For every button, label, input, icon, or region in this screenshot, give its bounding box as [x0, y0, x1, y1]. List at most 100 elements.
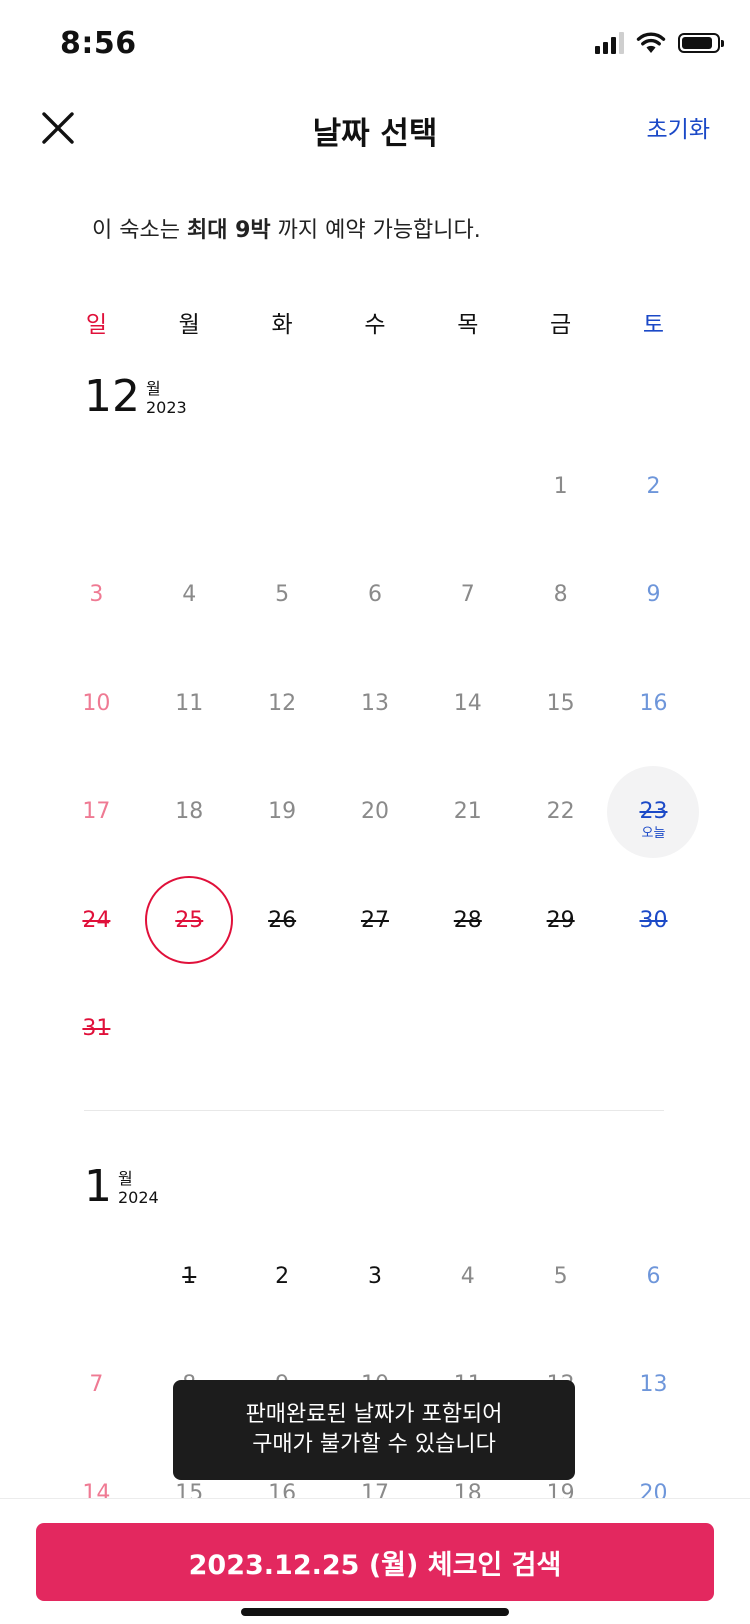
day-number: 20: [360, 799, 389, 825]
day-number: 17: [82, 799, 111, 825]
day-number: 1: [182, 1263, 197, 1289]
day-2023-12-25[interactable]: 25: [143, 866, 236, 975]
day-number: 16: [639, 690, 668, 716]
month-year: 2024: [118, 1188, 159, 1207]
empty-day-cell: [143, 432, 236, 541]
day-2023-12-4: 4: [143, 541, 236, 650]
month-unit: 월: [118, 1169, 133, 1188]
day-number: 3: [367, 1263, 382, 1289]
weekday-wed: 수: [364, 312, 386, 338]
day-2023-12-14: 14: [421, 649, 514, 758]
empty-day-cell: [421, 432, 514, 541]
day-2023-12-19: 19: [236, 758, 329, 867]
day-2023-12-26: 26: [236, 866, 329, 975]
header: 날짜 선택 초기화: [0, 90, 750, 170]
day-2023-12-3: 3: [50, 541, 143, 650]
checkin-search-button[interactable]: 2023.12.25 (월) 체크인 검색: [36, 1523, 714, 1601]
day-2023-12-23[interactable]: 23 오늘: [607, 758, 700, 867]
day-2023-12-8: 8: [514, 541, 607, 650]
today-label: 오늘: [641, 825, 666, 841]
day-2024-1-2[interactable]: 2: [236, 1222, 329, 1331]
day-number: 18: [175, 799, 204, 825]
day-2023-12-22: 22: [514, 758, 607, 867]
day-2023-12-2: 2: [607, 432, 700, 541]
day-number: 2: [275, 1263, 290, 1289]
day-number: 13: [360, 690, 389, 716]
day-number: 21: [453, 799, 482, 825]
day-2023-12-7: 7: [421, 541, 514, 650]
day-number: 22: [546, 799, 575, 825]
day-2023-12-11: 11: [143, 649, 236, 758]
day-2023-12-9: 9: [607, 541, 700, 650]
day-number: 13: [639, 1372, 668, 1398]
day-number: 14: [453, 690, 482, 716]
day-number: 6: [367, 582, 382, 608]
weekday-header: 일 월 화 수 목 금 토: [50, 305, 700, 339]
day-number: 10: [82, 690, 111, 716]
day-2023-12-6: 6: [329, 541, 422, 650]
empty-day-cell: [329, 432, 422, 541]
day-number: 2: [646, 473, 661, 499]
month-number: 1: [84, 1161, 112, 1212]
day-number: 23: [639, 799, 668, 825]
month-header-jan-2024: 1 월 2024: [84, 1165, 159, 1209]
day-number: 5: [275, 582, 290, 608]
month-divider: [84, 1110, 664, 1111]
weekday-sun: 일: [85, 312, 107, 338]
weekday-sat: 토: [642, 312, 665, 338]
day-number: 9: [646, 582, 661, 608]
day-2023-12-21: 21: [421, 758, 514, 867]
notice-text-before: 이 숙소는: [92, 218, 187, 243]
day-number: 5: [553, 1263, 568, 1289]
day-number: 12: [268, 690, 297, 716]
reset-button[interactable]: 초기화: [647, 110, 710, 144]
month-year: 2023: [146, 398, 187, 417]
empty-day-cell: [50, 1222, 143, 1331]
status-icons: [595, 32, 724, 54]
month-header-dec-2023: 12 월 2023: [84, 375, 187, 419]
day-number: 3: [89, 582, 104, 608]
day-2023-12-29: 29: [514, 866, 607, 975]
notice-text-bold: 최대 9박: [186, 218, 271, 243]
day-2024-1-5: 5: [514, 1222, 607, 1331]
day-number: 4: [182, 582, 197, 608]
weekday-fri: 금: [550, 312, 572, 338]
weekday-mon: 월: [178, 312, 200, 338]
day-number: 8: [553, 582, 568, 608]
status-bar: 8:56: [0, 0, 750, 90]
month-number: 12: [84, 371, 140, 422]
day-2023-12-30: 30: [607, 866, 700, 975]
day-2024-1-6: 6: [607, 1222, 700, 1331]
day-number: 24: [82, 907, 111, 933]
cellular-signal-icon: [595, 32, 624, 54]
day-number: 29: [546, 907, 575, 933]
day-2024-1-7: 7: [50, 1331, 143, 1440]
max-nights-notice: 이 숙소는 최대 9박 까지 예약 가능합니다.: [92, 212, 481, 244]
day-number: 4: [460, 1263, 475, 1289]
day-2023-12-24: 24: [50, 866, 143, 975]
day-2024-1-4: 4: [421, 1222, 514, 1331]
month-unit: 월: [146, 379, 161, 398]
day-number: 31: [82, 1016, 111, 1042]
day-2024-1-13: 13: [607, 1331, 700, 1440]
page-title: 날짜 선택: [312, 116, 438, 152]
day-2023-12-1: 1: [514, 432, 607, 541]
empty-day-cell: [236, 432, 329, 541]
toast-line-2: 구매가 불가할 수 있습니다: [252, 1432, 496, 1457]
notice-text-after: 까지 예약 가능합니다.: [270, 218, 481, 243]
day-2024-1-3[interactable]: 3: [329, 1222, 422, 1331]
day-number: 7: [89, 1372, 104, 1398]
day-2023-12-5: 5: [236, 541, 329, 650]
day-number: 7: [460, 582, 475, 608]
day-2023-12-31: 31: [50, 975, 143, 1084]
day-number: 11: [175, 690, 204, 716]
status-time: 8:56: [60, 26, 137, 61]
day-2023-12-20: 20: [329, 758, 422, 867]
day-2023-12-10: 10: [50, 649, 143, 758]
day-number: 19: [268, 799, 297, 825]
day-2023-12-13: 13: [329, 649, 422, 758]
day-2023-12-18: 18: [143, 758, 236, 867]
day-2023-12-12: 12: [236, 649, 329, 758]
battery-icon: [678, 33, 724, 53]
calendar-grid-dec-2023: 1 2 3 4 5 6 7 8 9 10 11 12 13 14 15 16 17 18 19 20 21 22 23 오늘 2…: [50, 432, 700, 1083]
